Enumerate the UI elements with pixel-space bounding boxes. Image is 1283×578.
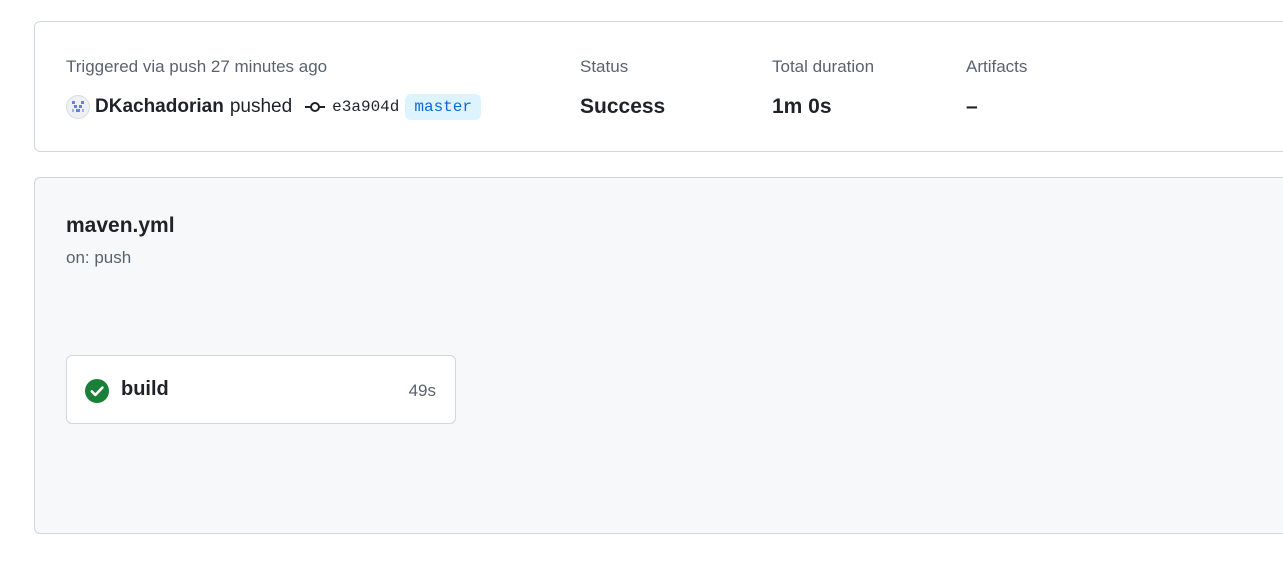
duration-value: 1m 0s [772,95,832,118]
duration-stat: Total duration 1m 0s [772,56,874,121]
artifacts-stat: Artifacts – [966,56,1027,121]
action-text: pushed [229,96,293,117]
trigger-info: Triggered via push 27 minutes ago DKacha… [66,56,481,121]
git-commit-icon [304,100,326,114]
job-card-build[interactable]: build 49s [66,355,456,424]
user-avatar[interactable] [66,95,90,119]
identicon-avatar-icon [72,101,84,112]
job-duration: 49s [408,381,436,400]
workflow-graph: maven.yml on: push build 49s [34,177,1283,534]
push-details: DKachadorian pushed e3a904d master [66,93,481,121]
job-name: build [121,378,169,400]
branch-badge[interactable]: master [405,94,481,120]
run-summary-card: Triggered via push 27 minutes ago DKacha… [34,21,1283,152]
trigger-text: Triggered via push 27 minutes ago [66,57,328,76]
check-circle-fill-icon [85,379,109,403]
status-label: Status [580,57,629,76]
status-value: Success [580,95,666,118]
status-stat: Status Success [580,56,665,121]
artifacts-value: – [966,95,978,118]
actor-link[interactable]: DKachadorian [95,96,224,118]
workflow-file-name: maven.yml [66,214,175,237]
duration-label: Total duration [772,57,875,76]
commit-sha-link[interactable]: e3a904d [332,98,399,116]
workflow-trigger: on: push [66,248,132,267]
artifacts-label: Artifacts [966,57,1028,76]
